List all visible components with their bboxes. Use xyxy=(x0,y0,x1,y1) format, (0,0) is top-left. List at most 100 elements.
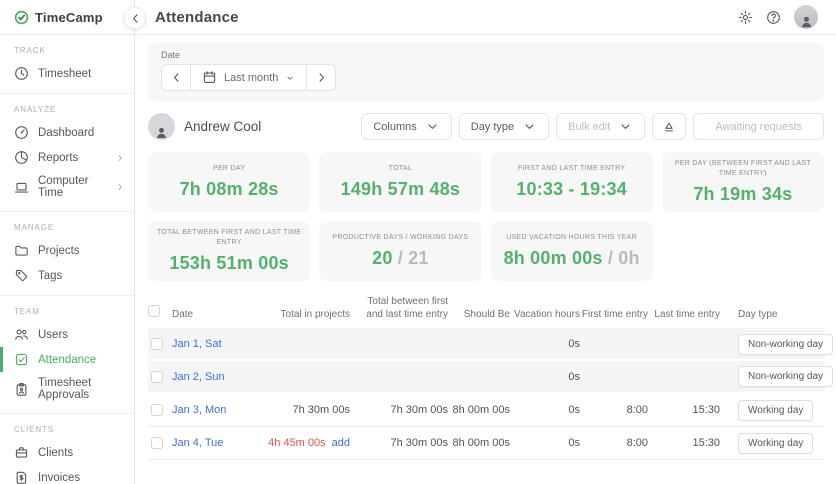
date-link[interactable]: Jan 2, Sun xyxy=(172,371,225,383)
should-be-value: 8h 00m 00s xyxy=(453,404,510,416)
sidebar-item-label: Timesheet xyxy=(38,68,91,80)
total-in-projects-value: 7h 30m 00s xyxy=(293,404,350,416)
date-range-dropdown[interactable]: Last month xyxy=(190,64,307,91)
sidebar-item-label: Attendance xyxy=(38,354,96,366)
help-button[interactable] xyxy=(766,10,781,25)
chevron-left-icon xyxy=(128,11,143,26)
date-range-picker: Last month xyxy=(161,64,336,91)
summary-card-secondary-value: / 21 xyxy=(393,248,429,268)
user-avatar-menu[interactable] xyxy=(794,5,818,29)
sidebar-item-timesheet-approvals[interactable]: Timesheet Approvals xyxy=(0,372,135,406)
timecamp-logo-icon xyxy=(14,10,29,25)
sidebar-item-users[interactable]: Users xyxy=(0,322,135,347)
summary-cards: PER DAY 7h 08m 28s TOTAL 149h 57m 48s FIRST … xyxy=(148,152,824,281)
date-link[interactable]: Jan 4, Tue xyxy=(172,437,223,449)
sidebar-item-tags[interactable]: Tags xyxy=(0,263,135,288)
sidebar-item-label: Projects xyxy=(38,245,80,257)
settings-button[interactable] xyxy=(738,10,753,25)
sidebar-item-dashboard[interactable]: Dashboard xyxy=(0,120,135,145)
row-checkbox[interactable] xyxy=(151,437,163,449)
sidebar-item-computer-time[interactable]: Computer Time xyxy=(0,170,135,204)
sidebar-section-manage: MANAGEProjectsTags xyxy=(0,211,134,295)
summary-card-productive-days-working-days: PRODUCTIVE DAYS / WORKING DAYS 20 / 21 xyxy=(319,221,481,281)
check-square-icon xyxy=(14,352,29,367)
content: Date Last month xyxy=(135,35,836,484)
column-header-date: Date xyxy=(172,308,254,321)
chevron-down-icon xyxy=(285,73,295,83)
first-time-entry-value: 8:00 xyxy=(627,404,648,416)
person-icon xyxy=(799,14,814,29)
sidebar-item-projects[interactable]: Projects xyxy=(0,238,135,263)
total-between-value: 7h 30m 00s xyxy=(391,437,448,449)
person-icon xyxy=(154,125,169,140)
summary-card-per-day-between-first-and-last-time-entr: PER DAY (BETWEEN FIRST AND LAST TIME ENT… xyxy=(662,152,824,212)
summary-card-value: 7h 08m 28s xyxy=(180,179,279,200)
vacation-hours-value: 0s xyxy=(568,437,580,449)
sidebar-section-clients: CLIENTSClientsInvoices xyxy=(0,413,134,484)
main-area: Attendance Date xyxy=(135,0,836,484)
table-header-row: DateTotal in projectsTotal between first… xyxy=(148,295,824,328)
day-type-pill[interactable]: Non-working day xyxy=(738,334,833,355)
summary-card-value: 20 / 21 xyxy=(372,248,428,269)
bulk-edit-button-label: Bulk edit xyxy=(568,121,610,133)
bulk-edit-button[interactable]: Bulk edit xyxy=(556,113,645,140)
sidebar-item-attendance[interactable]: Attendance xyxy=(0,347,135,372)
select-all-checkbox[interactable] xyxy=(148,305,160,317)
summary-card-label: TOTAL xyxy=(389,164,412,174)
column-header-vacation-hours: Vacation hours xyxy=(510,308,580,321)
summary-card-value: 153h 51m 00s xyxy=(169,253,289,274)
date-link[interactable]: Jan 3, Mon xyxy=(172,404,226,416)
awaiting-requests-button[interactable]: Awaiting requests xyxy=(693,113,824,140)
columns-button[interactable]: Columns xyxy=(361,113,451,140)
summary-card-label: PRODUCTIVE DAYS / WORKING DAYS xyxy=(332,233,468,243)
sidebar-item-invoices[interactable]: Invoices xyxy=(0,465,135,484)
column-header-total-in-projects: Total in projects xyxy=(254,308,350,321)
invoice-icon xyxy=(14,470,29,484)
summary-card-label: TOTAL BETWEEN FIRST AND LAST TIME ENTRY xyxy=(154,228,304,248)
clipboard-icon xyxy=(14,382,29,397)
summary-card-label: FIRST AND LAST TIME ENTRY xyxy=(518,164,625,174)
date-link[interactable]: Jan 1, Sat xyxy=(172,338,222,350)
summary-card-secondary-value: / 0h xyxy=(603,248,640,268)
summary-card-first-and-last-time-entry: FIRST AND LAST TIME ENTRY10:33 - 19:34 xyxy=(491,152,653,212)
summary-card-label: PER DAY xyxy=(213,164,245,174)
prev-period-button[interactable] xyxy=(161,64,191,91)
sidebar-nav: TRACKTimesheetANALYZEDashboardReportsCom… xyxy=(0,35,134,484)
export-button[interactable] xyxy=(652,113,686,140)
sidebar-item-label: Computer Time xyxy=(38,175,106,199)
briefcase-icon xyxy=(14,445,29,460)
sidebar-section-analyze: ANALYZEDashboardReportsComputer Time xyxy=(0,93,134,211)
user-actions: Columns Day type Bulk edit xyxy=(361,113,824,140)
row-checkbox[interactable] xyxy=(151,404,163,416)
sidebar-item-clients[interactable]: Clients xyxy=(0,440,135,465)
avatar xyxy=(148,113,175,140)
users-icon xyxy=(14,327,29,342)
table-row: Jan 3, Mon 7h 30m 00s 7h 30m 00s 8h 00m 00s… xyxy=(148,394,824,427)
user-row: Andrew Cool Columns Day type Bulk edit xyxy=(148,113,824,140)
sidebar-collapse-button[interactable] xyxy=(124,7,146,29)
row-checkbox[interactable] xyxy=(151,338,163,350)
table-row: Jan 1, Sat0sNon-working day xyxy=(148,328,824,361)
day-type-pill[interactable]: Working day xyxy=(738,400,813,421)
timecamp-logo[interactable]: TimeCamp xyxy=(0,0,134,35)
awaiting-requests-label: Awaiting requests xyxy=(715,121,802,133)
export-icon xyxy=(662,120,676,134)
sidebar-item-label: Tags xyxy=(38,270,62,282)
day-type-pill[interactable]: Non-working day xyxy=(738,366,833,387)
chevron-left-icon xyxy=(169,70,184,85)
day-type-button[interactable]: Day type xyxy=(459,113,549,140)
next-period-button[interactable] xyxy=(306,64,336,91)
column-header-total-between-first-and-last-time-entry: Total between first and last time entry xyxy=(350,295,448,321)
day-type-button-label: Day type xyxy=(471,121,514,133)
sidebar-item-timesheet[interactable]: Timesheet xyxy=(0,61,135,86)
total-in-projects-value: 4h 45m 00s xyxy=(268,437,325,449)
sidebar-item-reports[interactable]: Reports xyxy=(0,145,135,170)
summary-card-value: 149h 57m 48s xyxy=(341,179,461,200)
summary-card-total-between-first-and-last-time-entry: TOTAL BETWEEN FIRST AND LAST TIME ENTRY 1… xyxy=(148,221,310,281)
row-checkbox[interactable] xyxy=(151,371,163,383)
summary-card-value: 7h 19m 34s xyxy=(693,184,792,205)
total-between-value: 7h 30m 00s xyxy=(391,404,448,416)
sidebar-section-label: CLIENTS xyxy=(0,423,134,440)
add-time-link[interactable]: add xyxy=(332,437,350,449)
day-type-pill[interactable]: Working day xyxy=(738,433,813,454)
